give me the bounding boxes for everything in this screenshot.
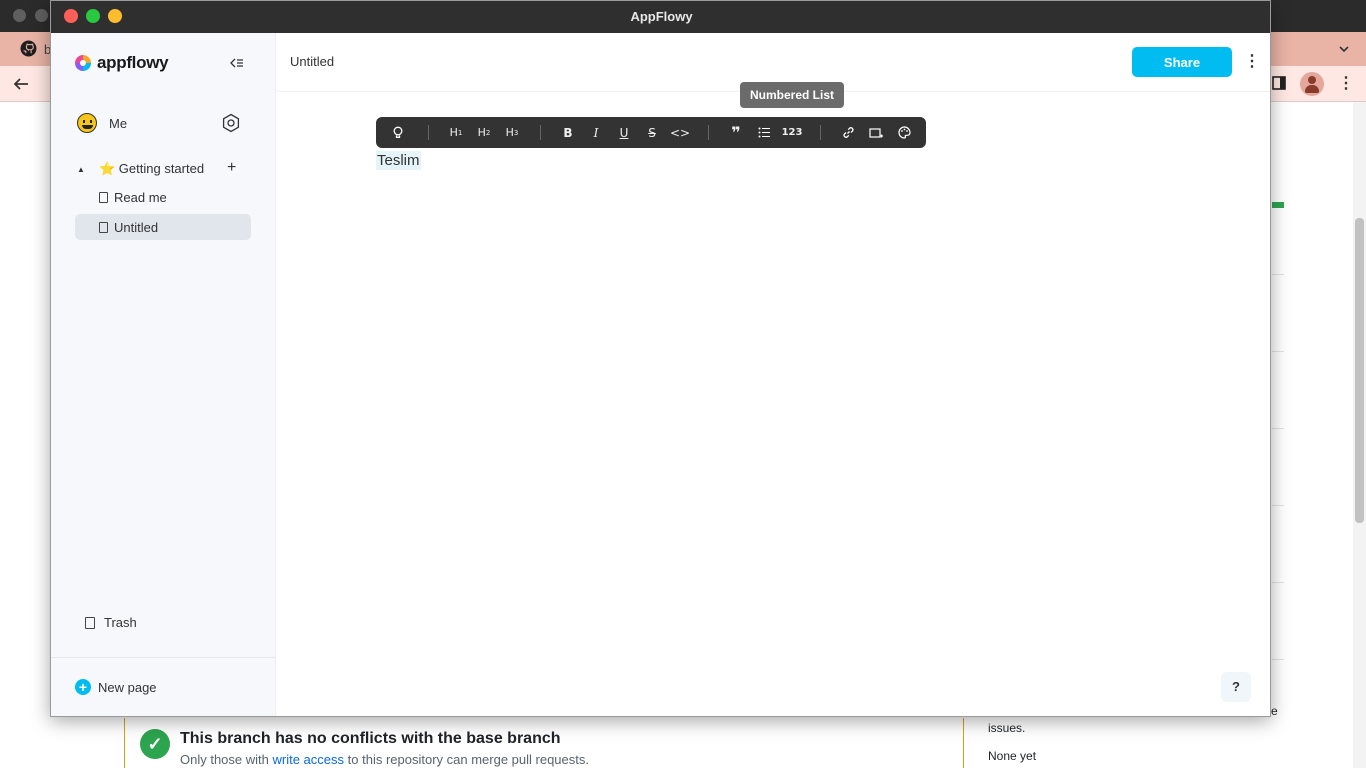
sidepanel-icon[interactable]: [1272, 76, 1286, 90]
italic-button[interactable]: I: [585, 117, 607, 148]
background-scrollbar-thumb[interactable]: [1355, 218, 1364, 523]
new-page-label[interactable]: New page: [98, 680, 157, 695]
toolbar-separator: [428, 125, 429, 140]
side-issues-text: issues.: [988, 721, 1026, 735]
underline-button[interactable]: U: [613, 117, 635, 148]
merge-title: This branch has no conflicts with the ba…: [180, 730, 561, 747]
appflowy-logo: appflowy: [73, 53, 169, 73]
user-name[interactable]: Me: [109, 116, 127, 131]
sidebar-item-label[interactable]: Untitled: [114, 220, 158, 235]
collapse-sidebar-icon[interactable]: [229, 55, 245, 71]
settings-icon[interactable]: [221, 113, 241, 133]
tab-list-chevron-icon[interactable]: [1337, 42, 1351, 56]
side-fragment-e: e: [1271, 704, 1278, 718]
user-avatar[interactable]: [77, 113, 97, 133]
window-titlebar: AppFlowy: [51, 1, 1270, 33]
toolbar-separator: [708, 125, 709, 140]
new-page-button[interactable]: + New page: [75, 679, 157, 695]
merge-sub-prefix: Only those with: [180, 752, 269, 767]
tip-icon[interactable]: [387, 117, 409, 148]
heading2-button[interactable]: H2: [473, 117, 495, 148]
merge-subtitle: Only those with write access to this rep…: [180, 752, 589, 767]
editor-area: Untitled Share ⋮ Numbered List H1 H2 H3 …: [276, 33, 1270, 716]
trash-button[interactable]: Trash: [85, 615, 137, 630]
heading1-button[interactable]: H1: [445, 117, 467, 148]
bg-minimize-dot: [35, 9, 48, 22]
trash-label[interactable]: Trash: [104, 615, 137, 630]
sidebar-item-untitled[interactable]: Untitled: [75, 214, 251, 240]
numbered-list-button[interactable]: 123: [781, 117, 803, 148]
user-row[interactable]: Me: [77, 113, 127, 133]
bulleted-list-icon[interactable]: [753, 117, 775, 148]
toolbar-separator: [540, 125, 541, 140]
merge-check-icon: ✓: [140, 729, 170, 759]
side-none-yet-text: None yet: [988, 749, 1037, 763]
document-icon: [99, 191, 108, 203]
folder-label[interactable]: ⭐ Getting started: [99, 161, 204, 177]
sidebar-item-label[interactable]: Read me: [114, 190, 167, 205]
code-button[interactable]: <>: [669, 117, 691, 148]
write-access-link[interactable]: write access: [273, 752, 345, 767]
github-icon: [20, 40, 37, 57]
link-icon[interactable]: [837, 117, 859, 148]
plus-circle-icon: +: [75, 679, 91, 695]
help-button[interactable]: ?: [1221, 672, 1251, 702]
browser-menu-icon[interactable]: ⋮: [1338, 74, 1354, 94]
heading3-button[interactable]: H3: [501, 117, 523, 148]
appflowy-wordmark: appflowy: [97, 53, 169, 72]
sidebar: appflowy Me ▲ ⭐ Getting started + Read m…: [51, 33, 276, 716]
share-button[interactable]: Share: [1132, 47, 1232, 77]
back-arrow-icon[interactable]: [12, 76, 30, 92]
breadcrumb[interactable]: Untitled: [290, 54, 334, 69]
merge-sub-suffix: to this repository can merge pull reques…: [347, 752, 589, 767]
sidebar-divider: [51, 657, 275, 658]
profile-avatar-icon[interactable]: [1300, 72, 1324, 96]
bg-close-dot: [13, 9, 26, 22]
toolbar-separator: [820, 125, 821, 140]
folder-caret-icon[interactable]: ▲: [77, 165, 91, 174]
trash-icon: [85, 616, 95, 629]
color-palette-icon[interactable]: [893, 117, 915, 148]
strikethrough-button[interactable]: S: [641, 117, 663, 148]
add-page-to-folder-button[interactable]: +: [227, 159, 236, 177]
appflowy-window: AppFlowy appflowy Me ▲ ⭐ Getting started…: [50, 0, 1271, 717]
sidebar-item-read-me[interactable]: Read me: [75, 184, 251, 210]
format-toolbar: H1 H2 H3 B I U S <> ❞ 123: [376, 117, 926, 148]
quote-button[interactable]: ❞: [725, 117, 747, 148]
bold-button[interactable]: B: [557, 117, 579, 148]
numbered-list-tooltip: Numbered List: [740, 82, 844, 108]
document-text[interactable]: Teslim: [376, 151, 421, 170]
more-options-icon[interactable]: ⋮: [1244, 51, 1260, 73]
folder-getting-started[interactable]: ▲ ⭐ Getting started: [77, 159, 247, 179]
document-icon: [99, 221, 108, 233]
highlight-icon[interactable]: [865, 117, 887, 148]
appflowy-logo-icon: [75, 55, 91, 71]
window-title: AppFlowy: [630, 9, 693, 24]
